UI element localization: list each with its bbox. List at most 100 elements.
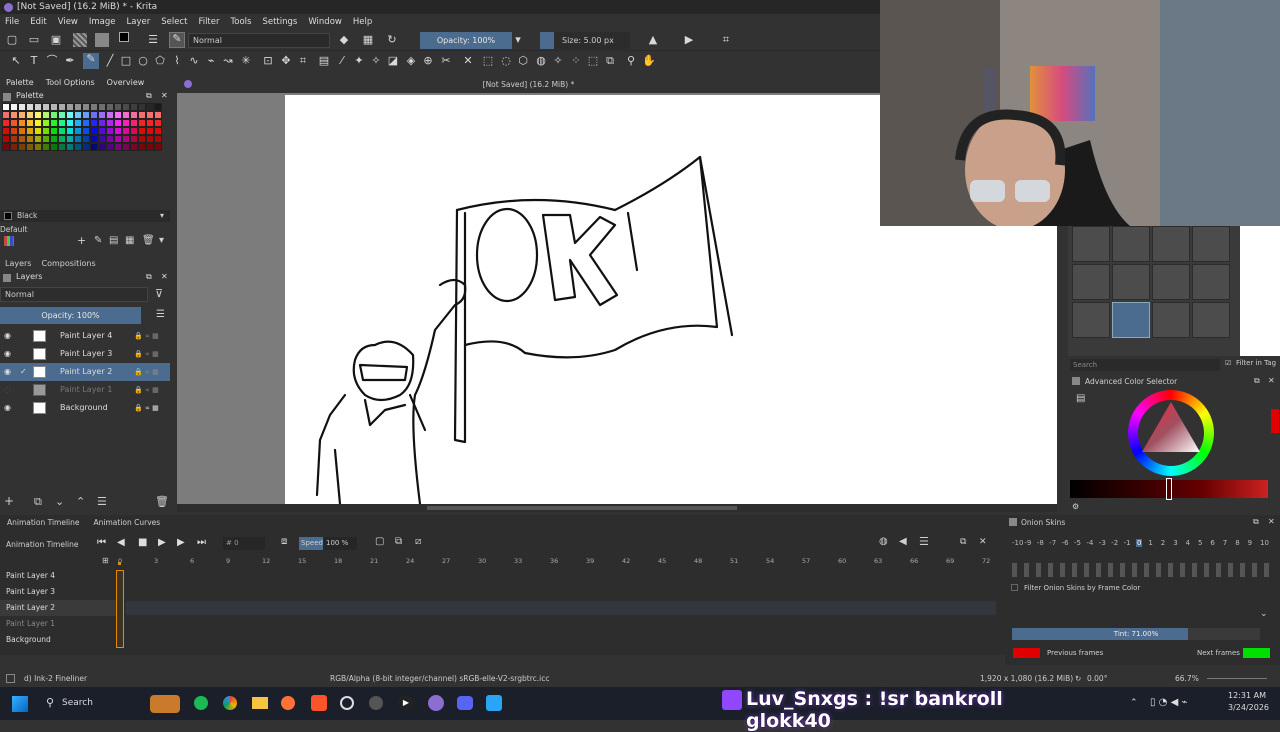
speed-input[interactable]: 100 % [323, 537, 357, 550]
lock-icon[interactable]: 🔒 ∝ ▦ [134, 399, 159, 417]
timeline-layer-row-selected[interactable]: Paint Layer 2 [0, 600, 120, 616]
palette-swatch[interactable] [58, 127, 66, 135]
palette-swatch[interactable] [26, 127, 34, 135]
menu-tools[interactable]: Tools [231, 17, 252, 27]
palette-swatch[interactable] [74, 103, 82, 111]
menu-filter[interactable]: Filter [198, 17, 219, 27]
palette-swatch[interactable] [114, 119, 122, 127]
palette-edit-icon[interactable]: ▤ [109, 235, 118, 246]
brush-preset[interactable] [1152, 264, 1190, 300]
palette-swatch[interactable] [122, 127, 130, 135]
palette-swatch[interactable] [146, 111, 154, 119]
new-document-icon[interactable]: ▢ [6, 34, 18, 46]
palette-swatch[interactable] [82, 119, 90, 127]
taskbar-search[interactable]: Search [62, 698, 93, 708]
eye-icon[interactable]: ◉ [4, 327, 11, 345]
krita-taskbar-icon[interactable] [428, 695, 444, 711]
onion-frame-number[interactable]: 5 [1198, 539, 1202, 547]
palette-swatch[interactable] [2, 119, 10, 127]
palette-swatch[interactable] [34, 127, 42, 135]
onion-toggle-icon[interactable]: ⧄ [415, 536, 421, 547]
dropdown-icon[interactable]: ▾ [159, 235, 164, 246]
palette-swatch[interactable] [90, 111, 98, 119]
layer-blend-mode-select[interactable]: Normal [0, 287, 148, 302]
onion-skin-icon[interactable]: ◍ [879, 536, 888, 547]
edit-icon[interactable]: ✎ [94, 235, 102, 246]
filter-icon[interactable]: ⊽ [155, 287, 163, 300]
taskbar-date[interactable]: 3/24/2026 [1228, 703, 1269, 712]
document-tab[interactable]: [Not Saved] (16.2 MiB) * [177, 77, 880, 93]
ellipse-select-icon[interactable]: ◌ [500, 55, 512, 67]
crop-icon[interactable]: ⌗ [297, 55, 309, 67]
palette-swatch[interactable] [10, 127, 18, 135]
discord-icon[interactable] [457, 696, 473, 710]
lock-icon[interactable]: 🔒 ∝ ▦ [134, 381, 159, 399]
drop-frames-icon[interactable]: ⧈ [281, 536, 287, 547]
palette-swatch[interactable] [66, 119, 74, 127]
stop-icon[interactable]: ■ [138, 537, 147, 548]
enclose-fill-icon[interactable]: ◈ [405, 55, 417, 67]
palette-swatch[interactable] [10, 135, 18, 143]
save-icon[interactable]: ▣ [50, 34, 62, 46]
grid-icon[interactable]: ▦ [125, 235, 134, 246]
palette-swatch[interactable] [106, 127, 114, 135]
timeline-layer-row[interactable]: Paint Layer 3 [0, 584, 120, 600]
edit-shapes-icon[interactable]: ⌒ [46, 55, 58, 67]
palette-swatch[interactable] [82, 127, 90, 135]
chevron-up-icon[interactable]: ⌃ [76, 495, 85, 508]
wrap-around-icon[interactable]: ⌗ [720, 34, 732, 46]
calligraphy-icon[interactable]: ✒ [64, 55, 76, 67]
freehand-select-icon[interactable]: ◍ [535, 55, 547, 67]
lock-icon[interactable]: 🔒 ∝ ▦ [134, 363, 159, 381]
palette-swatch[interactable] [114, 143, 122, 151]
menu-view[interactable]: View [58, 17, 78, 27]
preserve-alpha-icon[interactable]: ▦ [362, 34, 374, 46]
palette-swatch[interactable] [34, 111, 42, 119]
palette-swatch[interactable] [122, 103, 130, 111]
onion-frame-number[interactable]: -4 [1086, 539, 1093, 547]
menu-edit[interactable]: Edit [30, 17, 46, 27]
palette-swatch[interactable] [42, 143, 50, 151]
float-icon[interactable]: ⧉ [146, 90, 152, 102]
select-shape-icon[interactable]: ↖ [10, 55, 22, 67]
palette-name[interactable]: Default [0, 225, 27, 234]
close-icon[interactable]: ✕ [161, 271, 168, 283]
obs-icon[interactable] [369, 696, 383, 710]
move-icon[interactable]: ✥ [280, 55, 292, 67]
palette-swatch[interactable] [106, 135, 114, 143]
palette-swatch[interactable] [98, 135, 106, 143]
palette-swatch[interactable] [138, 135, 146, 143]
tab-layers[interactable]: Layers [0, 257, 36, 271]
onion-frame-number[interactable]: 1 [1148, 539, 1152, 547]
palette-swatch[interactable] [98, 103, 106, 111]
next-frames-color[interactable] [1243, 648, 1270, 658]
palette-swatch[interactable] [122, 143, 130, 151]
current-color-row[interactable]: Black ▾ [0, 210, 170, 222]
palette-swatch[interactable] [154, 119, 162, 127]
palette-swatch[interactable] [122, 135, 130, 143]
palette-swatch[interactable] [90, 103, 98, 111]
palette-swatch[interactable] [42, 119, 50, 127]
next-frame-icon[interactable]: ▶ [177, 537, 185, 548]
reference-icon[interactable]: ✂ [440, 55, 452, 67]
palette-swatch[interactable] [82, 143, 90, 151]
palette-swatch[interactable] [10, 119, 18, 127]
palette-swatch[interactable] [26, 111, 34, 119]
palette-swatch[interactable] [138, 127, 146, 135]
file-explorer-icon[interactable] [252, 697, 268, 709]
frame-input[interactable]: # 0 [223, 537, 265, 550]
palette-swatch[interactable] [114, 135, 122, 143]
palette-swatch[interactable] [34, 135, 42, 143]
taskbar-time[interactable]: 12:31 AM [1228, 691, 1266, 700]
last-frame-icon[interactable]: ⏭ [197, 537, 206, 548]
brush-preset[interactable] [1072, 302, 1110, 338]
menu-help[interactable]: Help [353, 17, 372, 27]
palette-swatch[interactable] [98, 111, 106, 119]
add-layer-icon[interactable]: ⊞ [102, 556, 109, 565]
brush-preset-selected[interactable] [1112, 302, 1150, 338]
assistant-icon[interactable]: ⊕ [422, 55, 434, 67]
onion-frame-number[interactable]: -9 [1024, 539, 1031, 547]
palette-swatch[interactable] [50, 119, 58, 127]
brush-preset[interactable] [1112, 226, 1150, 262]
palette-swatch[interactable] [130, 135, 138, 143]
